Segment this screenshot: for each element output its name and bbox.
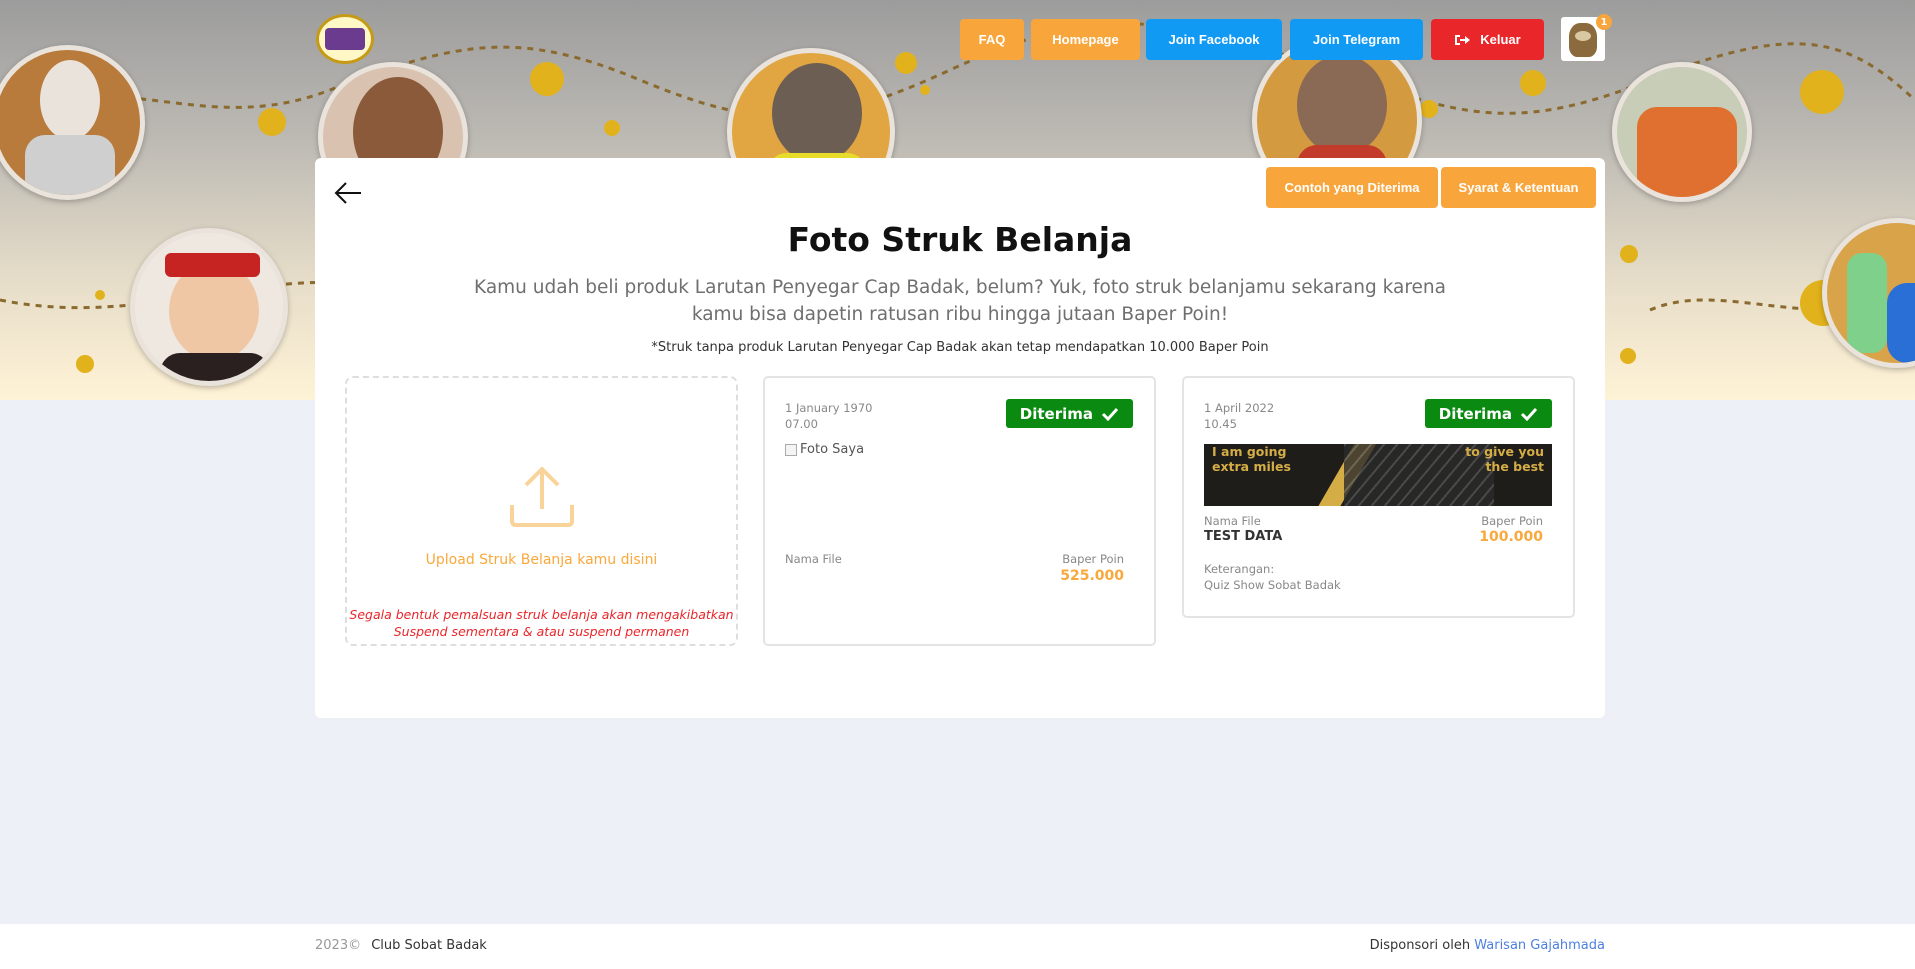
receipt-date: 1 January 1970 07.00: [785, 400, 873, 432]
status-label: Diterima: [1438, 404, 1512, 423]
sponsor-link[interactable]: Warisan Gajahmada: [1474, 938, 1605, 953]
join-telegram-button[interactable]: Join Telegram: [1290, 19, 1423, 60]
page-title: Foto Struk Belanja: [787, 220, 1133, 259]
status-badge: Diterima: [1424, 399, 1552, 428]
status-label: Diterima: [1019, 404, 1093, 423]
character-avatar: [130, 228, 288, 386]
footer-copyright: 2023© Club Sobat Badak: [315, 938, 487, 953]
receipt-date-value: 1 April 2022: [1204, 401, 1275, 415]
status-badge: Diterima: [1005, 399, 1133, 428]
image-alt-text: Foto Saya: [800, 442, 865, 457]
file-name-label: Nama File: [785, 552, 842, 566]
receipt-time-value: 10.45: [1204, 417, 1237, 431]
check-icon: [1520, 407, 1538, 421]
receipt-card[interactable]: 1 April 2022 10.45 Diterima I am going e…: [1182, 376, 1575, 618]
warning-line: Segala bentuk pemalsuan struk belanja ak…: [349, 607, 734, 622]
upload-receipt-dropzone[interactable]: Upload Struk Belanja kamu disini Segala …: [345, 376, 738, 646]
image-text-right: to give you the best: [1465, 444, 1544, 474]
receipt-image-broken: Foto Saya: [785, 442, 864, 457]
image-text-left: I am going extra miles: [1212, 444, 1291, 474]
remark-label: Keterangan:: [1204, 562, 1275, 576]
character-avatar: [1612, 62, 1752, 202]
forgery-warning: Segala bentuk pemalsuan struk belanja ak…: [347, 606, 736, 640]
file-name-value: TEST DATA: [1204, 529, 1283, 544]
join-facebook-button[interactable]: Join Facebook: [1146, 19, 1282, 60]
upload-icon: [510, 467, 574, 527]
footer-year: 2023©: [315, 938, 362, 953]
file-name-label: Nama File: [1204, 514, 1261, 528]
points-value: 100.000: [1479, 529, 1543, 545]
logout-label: Keluar: [1480, 32, 1521, 47]
nav-faq-button[interactable]: FAQ: [960, 19, 1024, 60]
receipt-card[interactable]: 1 January 1970 07.00 Diterima Foto Saya …: [763, 376, 1156, 646]
footer-sponsor: Disponsori oleh Warisan Gajahmada: [1370, 938, 1605, 953]
terms-button[interactable]: Syarat & Ketentuan: [1441, 167, 1596, 208]
remark-value: Quiz Show Sobat Badak: [1204, 578, 1341, 592]
nav-homepage-button[interactable]: Homepage: [1031, 19, 1140, 60]
footer-brand: Club Sobat Badak: [371, 938, 487, 953]
upload-label: Upload Struk Belanja kamu disini: [425, 552, 658, 568]
accepted-examples-button[interactable]: Contoh yang Diterima: [1266, 167, 1438, 208]
footer: 2023© Club Sobat Badak Disponsori oleh W…: [0, 924, 1915, 969]
site-logo[interactable]: [316, 14, 374, 64]
points-value: 525.000: [1060, 568, 1124, 584]
points-label: Baper Poin: [1481, 514, 1543, 528]
receipt-time-value: 07.00: [785, 417, 818, 431]
broken-image-icon: [785, 443, 797, 456]
points-note: *Struk tanpa produk Larutan Penyegar Cap…: [651, 340, 1269, 355]
warning-line: Suspend sementara & atau suspend permane…: [393, 624, 690, 639]
back-arrow-icon[interactable]: [333, 178, 363, 208]
notification-badge: 1: [1596, 14, 1612, 30]
page-subtitle: Kamu udah beli produk Larutan Penyegar C…: [474, 277, 1446, 325]
main-card: Contoh yang Diterima Syarat & Ketentuan …: [315, 158, 1605, 718]
sponsor-prefix: Disponsori oleh: [1369, 938, 1471, 953]
sign-out-icon: [1455, 34, 1471, 45]
check-icon: [1101, 407, 1119, 421]
receipt-date: 1 April 2022 10.45: [1204, 400, 1274, 432]
receipt-date-value: 1 January 1970: [785, 401, 873, 415]
logout-button[interactable]: Keluar: [1431, 19, 1544, 60]
points-label: Baper Poin: [1062, 552, 1124, 566]
receipt-image: I am going extra miles to give you the b…: [1204, 444, 1552, 506]
